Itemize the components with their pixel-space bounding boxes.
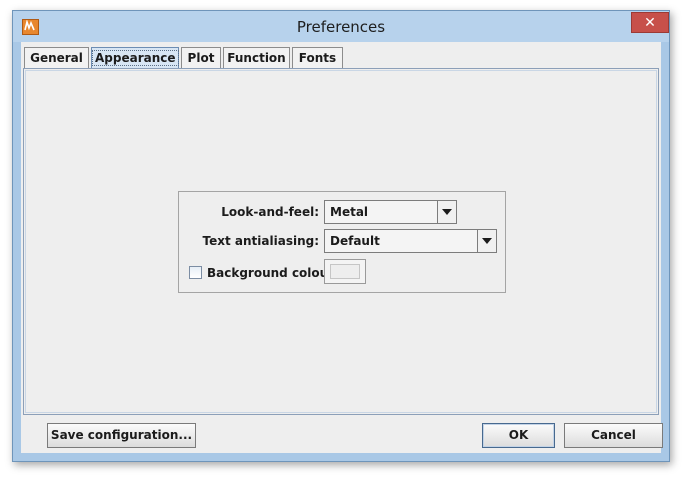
- save-configuration-button[interactable]: Save configuration...: [47, 423, 196, 448]
- tab-fonts[interactable]: Fonts: [292, 47, 343, 68]
- look-and-feel-label: Look-and-feel:: [221, 205, 319, 219]
- chevron-down-icon: [442, 209, 452, 215]
- close-button[interactable]: ✕: [631, 12, 669, 33]
- colour-swatch: [330, 264, 360, 279]
- tab-general[interactable]: General: [24, 47, 89, 68]
- tab-label: Appearance: [92, 50, 179, 66]
- dialog-content: General Appearance Plot Function Fonts L…: [21, 42, 663, 453]
- look-and-feel-select[interactable]: Metal: [324, 200, 457, 224]
- background-colour-checkbox[interactable]: [189, 266, 202, 279]
- tab-function[interactable]: Function: [223, 47, 290, 68]
- background-colour-label[interactable]: Background colour:: [207, 261, 339, 285]
- tab-plot[interactable]: Plot: [181, 47, 221, 68]
- close-icon: ✕: [644, 14, 656, 31]
- window-title: Preferences: [296, 18, 386, 36]
- ok-button[interactable]: OK: [482, 423, 555, 448]
- look-and-feel-value: Metal: [330, 205, 369, 219]
- chevron-down-icon: [482, 238, 492, 244]
- text-antialiasing-label: Text antialiasing:: [202, 234, 319, 248]
- dropdown-arrow[interactable]: [437, 201, 456, 223]
- tab-appearance[interactable]: Appearance: [91, 47, 179, 69]
- text-antialiasing-select[interactable]: Default: [324, 229, 497, 253]
- title-bar[interactable]: Preferences ✕: [13, 11, 669, 42]
- cancel-button[interactable]: Cancel: [564, 423, 663, 448]
- appearance-group: Look-and-feel: Metal Text antialiasing: …: [178, 191, 506, 293]
- preferences-window: Preferences ✕ General Appearance Plot Fu…: [12, 10, 670, 462]
- appearance-panel: Look-and-feel: Metal Text antialiasing: …: [23, 68, 659, 415]
- tab-label: General: [30, 51, 83, 65]
- tab-label: Fonts: [298, 51, 337, 65]
- tab-label: Function: [227, 51, 286, 65]
- background-colour-button[interactable]: [324, 259, 366, 284]
- dropdown-arrow[interactable]: [477, 230, 496, 252]
- tab-label: Plot: [187, 51, 215, 65]
- text-antialiasing-value: Default: [330, 234, 380, 248]
